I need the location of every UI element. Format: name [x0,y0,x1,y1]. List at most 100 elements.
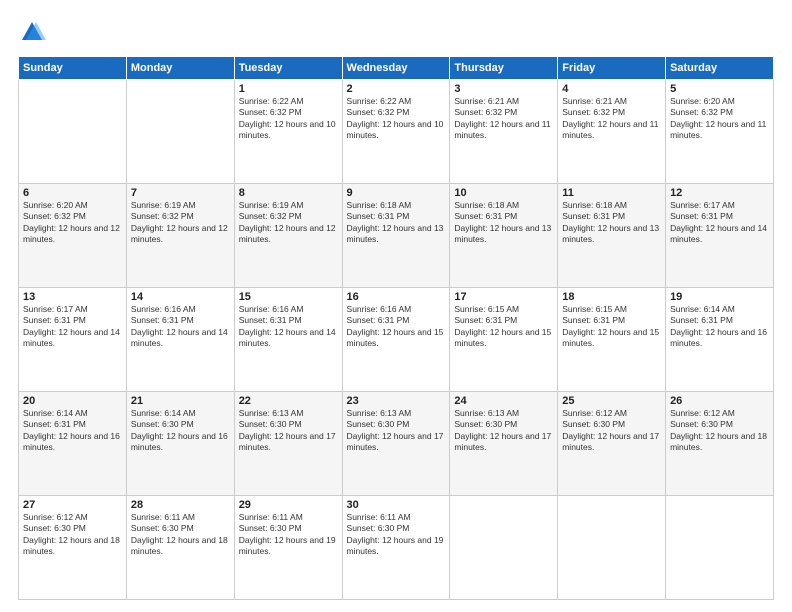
calendar-cell: 29Sunrise: 6:11 AM Sunset: 6:30 PM Dayli… [234,496,342,600]
calendar-week-2: 6Sunrise: 6:20 AM Sunset: 6:32 PM Daylig… [19,184,774,288]
day-info: Sunrise: 6:20 AM Sunset: 6:32 PM Dayligh… [670,96,769,142]
calendar-cell: 3Sunrise: 6:21 AM Sunset: 6:32 PM Daylig… [450,80,558,184]
day-info: Sunrise: 6:11 AM Sunset: 6:30 PM Dayligh… [131,512,230,558]
calendar-cell [126,80,234,184]
day-number: 24 [454,395,553,407]
calendar-cell: 20Sunrise: 6:14 AM Sunset: 6:31 PM Dayli… [19,392,127,496]
calendar-cell [666,496,774,600]
calendar-cell: 5Sunrise: 6:20 AM Sunset: 6:32 PM Daylig… [666,80,774,184]
day-info: Sunrise: 6:22 AM Sunset: 6:32 PM Dayligh… [239,96,338,142]
day-info: Sunrise: 6:21 AM Sunset: 6:32 PM Dayligh… [562,96,661,142]
day-info: Sunrise: 6:11 AM Sunset: 6:30 PM Dayligh… [239,512,338,558]
calendar-cell: 13Sunrise: 6:17 AM Sunset: 6:31 PM Dayli… [19,288,127,392]
calendar-cell: 6Sunrise: 6:20 AM Sunset: 6:32 PM Daylig… [19,184,127,288]
day-number: 14 [131,291,230,303]
calendar-cell [19,80,127,184]
logo-icon [18,18,46,46]
day-info: Sunrise: 6:13 AM Sunset: 6:30 PM Dayligh… [454,408,553,454]
calendar-cell: 30Sunrise: 6:11 AM Sunset: 6:30 PM Dayli… [342,496,450,600]
day-number: 13 [23,291,122,303]
calendar-cell: 23Sunrise: 6:13 AM Sunset: 6:30 PM Dayli… [342,392,450,496]
day-number: 22 [239,395,338,407]
calendar-cell: 11Sunrise: 6:18 AM Sunset: 6:31 PM Dayli… [558,184,666,288]
day-info: Sunrise: 6:15 AM Sunset: 6:31 PM Dayligh… [562,304,661,350]
day-number: 11 [562,187,661,199]
day-info: Sunrise: 6:14 AM Sunset: 6:31 PM Dayligh… [670,304,769,350]
calendar-cell: 7Sunrise: 6:19 AM Sunset: 6:32 PM Daylig… [126,184,234,288]
calendar-header-friday: Friday [558,57,666,80]
calendar-header-row: SundayMondayTuesdayWednesdayThursdayFrid… [19,57,774,80]
calendar-cell: 8Sunrise: 6:19 AM Sunset: 6:32 PM Daylig… [234,184,342,288]
calendar-cell: 27Sunrise: 6:12 AM Sunset: 6:30 PM Dayli… [19,496,127,600]
day-number: 17 [454,291,553,303]
calendar-cell: 16Sunrise: 6:16 AM Sunset: 6:31 PM Dayli… [342,288,450,392]
day-number: 16 [347,291,446,303]
day-number: 19 [670,291,769,303]
calendar-cell: 26Sunrise: 6:12 AM Sunset: 6:30 PM Dayli… [666,392,774,496]
day-info: Sunrise: 6:17 AM Sunset: 6:31 PM Dayligh… [670,200,769,246]
calendar-cell [450,496,558,600]
calendar-cell: 18Sunrise: 6:15 AM Sunset: 6:31 PM Dayli… [558,288,666,392]
day-info: Sunrise: 6:12 AM Sunset: 6:30 PM Dayligh… [23,512,122,558]
day-info: Sunrise: 6:21 AM Sunset: 6:32 PM Dayligh… [454,96,553,142]
day-number: 26 [670,395,769,407]
calendar-cell: 24Sunrise: 6:13 AM Sunset: 6:30 PM Dayli… [450,392,558,496]
day-number: 5 [670,83,769,95]
calendar-week-5: 27Sunrise: 6:12 AM Sunset: 6:30 PM Dayli… [19,496,774,600]
day-number: 29 [239,499,338,511]
day-number: 27 [23,499,122,511]
day-info: Sunrise: 6:18 AM Sunset: 6:31 PM Dayligh… [562,200,661,246]
day-number: 28 [131,499,230,511]
day-number: 21 [131,395,230,407]
calendar-cell [558,496,666,600]
calendar-cell: 17Sunrise: 6:15 AM Sunset: 6:31 PM Dayli… [450,288,558,392]
calendar-cell: 9Sunrise: 6:18 AM Sunset: 6:31 PM Daylig… [342,184,450,288]
day-number: 1 [239,83,338,95]
calendar-cell: 19Sunrise: 6:14 AM Sunset: 6:31 PM Dayli… [666,288,774,392]
calendar-header-saturday: Saturday [666,57,774,80]
day-number: 25 [562,395,661,407]
day-info: Sunrise: 6:19 AM Sunset: 6:32 PM Dayligh… [131,200,230,246]
day-info: Sunrise: 6:12 AM Sunset: 6:30 PM Dayligh… [670,408,769,454]
calendar-header-wednesday: Wednesday [342,57,450,80]
calendar-cell: 15Sunrise: 6:16 AM Sunset: 6:31 PM Dayli… [234,288,342,392]
day-info: Sunrise: 6:14 AM Sunset: 6:30 PM Dayligh… [131,408,230,454]
day-info: Sunrise: 6:18 AM Sunset: 6:31 PM Dayligh… [347,200,446,246]
calendar-header-sunday: Sunday [19,57,127,80]
day-info: Sunrise: 6:13 AM Sunset: 6:30 PM Dayligh… [239,408,338,454]
day-info: Sunrise: 6:16 AM Sunset: 6:31 PM Dayligh… [239,304,338,350]
day-number: 10 [454,187,553,199]
day-info: Sunrise: 6:16 AM Sunset: 6:31 PM Dayligh… [131,304,230,350]
day-number: 4 [562,83,661,95]
calendar-cell: 21Sunrise: 6:14 AM Sunset: 6:30 PM Dayli… [126,392,234,496]
calendar-week-3: 13Sunrise: 6:17 AM Sunset: 6:31 PM Dayli… [19,288,774,392]
calendar-cell: 25Sunrise: 6:12 AM Sunset: 6:30 PM Dayli… [558,392,666,496]
calendar-cell: 28Sunrise: 6:11 AM Sunset: 6:30 PM Dayli… [126,496,234,600]
calendar-cell: 22Sunrise: 6:13 AM Sunset: 6:30 PM Dayli… [234,392,342,496]
day-info: Sunrise: 6:16 AM Sunset: 6:31 PM Dayligh… [347,304,446,350]
day-info: Sunrise: 6:12 AM Sunset: 6:30 PM Dayligh… [562,408,661,454]
day-number: 23 [347,395,446,407]
day-number: 2 [347,83,446,95]
day-info: Sunrise: 6:18 AM Sunset: 6:31 PM Dayligh… [454,200,553,246]
calendar-header-monday: Monday [126,57,234,80]
logo [18,18,50,46]
calendar-table: SundayMondayTuesdayWednesdayThursdayFrid… [18,56,774,600]
day-number: 8 [239,187,338,199]
day-number: 7 [131,187,230,199]
day-number: 20 [23,395,122,407]
calendar-header-thursday: Thursday [450,57,558,80]
day-number: 30 [347,499,446,511]
day-info: Sunrise: 6:15 AM Sunset: 6:31 PM Dayligh… [454,304,553,350]
calendar-cell: 10Sunrise: 6:18 AM Sunset: 6:31 PM Dayli… [450,184,558,288]
calendar-week-1: 1Sunrise: 6:22 AM Sunset: 6:32 PM Daylig… [19,80,774,184]
day-number: 15 [239,291,338,303]
day-info: Sunrise: 6:14 AM Sunset: 6:31 PM Dayligh… [23,408,122,454]
calendar-week-4: 20Sunrise: 6:14 AM Sunset: 6:31 PM Dayli… [19,392,774,496]
day-info: Sunrise: 6:11 AM Sunset: 6:30 PM Dayligh… [347,512,446,558]
day-info: Sunrise: 6:20 AM Sunset: 6:32 PM Dayligh… [23,200,122,246]
page: SundayMondayTuesdayWednesdayThursdayFrid… [0,0,792,612]
day-number: 18 [562,291,661,303]
header [18,18,774,46]
day-number: 3 [454,83,553,95]
